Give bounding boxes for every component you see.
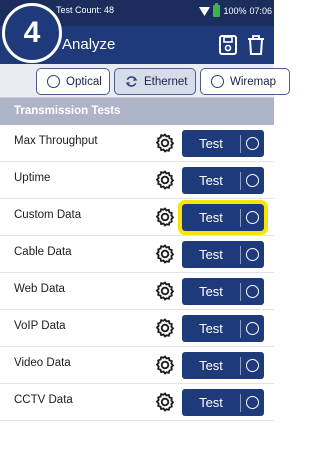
test-button[interactable]: Test bbox=[182, 130, 264, 157]
test-button-label: Test bbox=[199, 173, 223, 188]
step-badge: 4 bbox=[2, 3, 62, 63]
test-name: Custom Data bbox=[14, 209, 82, 221]
test-button-label: Test bbox=[199, 358, 223, 373]
save-icon[interactable] bbox=[218, 34, 238, 56]
radio-icon bbox=[211, 75, 224, 88]
section-header: Transmission Tests bbox=[0, 98, 274, 125]
test-button[interactable]: Test bbox=[182, 315, 264, 342]
test-button[interactable]: Test bbox=[182, 352, 264, 379]
button-divider bbox=[240, 319, 241, 338]
test-name: CCTV Data bbox=[14, 394, 73, 406]
button-divider bbox=[240, 245, 241, 264]
radio-icon bbox=[246, 359, 259, 372]
tab-bar: Optical Ethernet Wiremap bbox=[0, 64, 290, 98]
table-row: Custom Data Test bbox=[0, 199, 274, 236]
test-button[interactable]: Test bbox=[182, 167, 264, 194]
gear-icon[interactable] bbox=[154, 206, 176, 228]
test-name: Uptime bbox=[14, 172, 51, 184]
button-divider bbox=[240, 282, 241, 301]
refresh-icon bbox=[125, 76, 138, 87]
tab-label: Ethernet bbox=[144, 75, 188, 88]
test-button-label: Test bbox=[199, 247, 223, 262]
test-name: Video Data bbox=[14, 357, 71, 369]
gear-icon[interactable] bbox=[154, 169, 176, 191]
gear-icon[interactable] bbox=[154, 280, 176, 302]
test-name: Max Throughput bbox=[14, 135, 98, 147]
gear-icon[interactable] bbox=[154, 243, 176, 265]
table-row: Max Throughput Test bbox=[0, 125, 274, 162]
radio-icon bbox=[246, 285, 259, 298]
table-row: Video Data Test bbox=[0, 347, 274, 384]
trash-icon[interactable] bbox=[246, 34, 266, 56]
test-name: Web Data bbox=[14, 283, 65, 295]
gear-icon[interactable] bbox=[154, 354, 176, 376]
button-divider bbox=[240, 134, 241, 153]
button-divider bbox=[240, 393, 241, 412]
clock: 07:06 bbox=[249, 6, 272, 16]
table-row: VoIP Data Test bbox=[0, 310, 274, 347]
test-button[interactable]: Test bbox=[178, 200, 268, 235]
test-button-label: Test bbox=[199, 284, 223, 299]
tab-label: Wiremap bbox=[230, 75, 277, 88]
button-divider bbox=[240, 356, 241, 375]
table-row: Cable Data Test bbox=[0, 236, 274, 273]
radio-icon bbox=[246, 322, 259, 335]
test-name: Cable Data bbox=[14, 246, 72, 258]
battery-percent: 100% bbox=[223, 6, 247, 16]
test-count: Test Count: 48 bbox=[56, 5, 115, 15]
test-name: VoIP Data bbox=[14, 320, 66, 332]
table-row: Uptime Test bbox=[0, 162, 274, 199]
tab-ethernet[interactable]: Ethernet bbox=[114, 68, 196, 95]
wifi-icon bbox=[199, 6, 211, 16]
radio-icon bbox=[246, 396, 259, 409]
gear-icon[interactable] bbox=[154, 132, 176, 154]
test-button-label: Test bbox=[199, 136, 223, 151]
test-button[interactable]: Test bbox=[182, 241, 264, 268]
gear-icon[interactable] bbox=[154, 391, 176, 413]
test-button-label: Test bbox=[199, 321, 223, 336]
table-row: Web Data Test bbox=[0, 273, 274, 310]
tab-label: Optical bbox=[66, 75, 102, 88]
page-title: Analyze bbox=[62, 36, 116, 53]
status-right: 100% 07:06 bbox=[199, 3, 272, 17]
test-button-label: Test bbox=[199, 395, 223, 410]
gear-icon[interactable] bbox=[154, 317, 176, 339]
button-divider bbox=[240, 208, 241, 227]
tab-optical[interactable]: Optical bbox=[36, 68, 110, 95]
radio-icon bbox=[246, 137, 259, 150]
radio-icon bbox=[47, 75, 60, 88]
radio-icon bbox=[246, 211, 259, 224]
radio-icon bbox=[246, 248, 259, 261]
tab-wiremap[interactable]: Wiremap bbox=[200, 68, 290, 95]
button-divider bbox=[240, 171, 241, 190]
table-row: CCTV Data Test bbox=[0, 384, 274, 421]
radio-icon bbox=[246, 174, 259, 187]
test-button[interactable]: Test bbox=[182, 389, 264, 416]
test-button[interactable]: Test bbox=[182, 278, 264, 305]
battery-icon bbox=[213, 3, 221, 17]
test-button-label: Test bbox=[199, 210, 223, 225]
